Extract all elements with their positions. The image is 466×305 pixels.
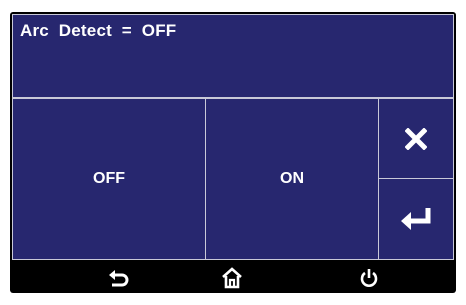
back-arrow-icon[interactable] bbox=[106, 266, 130, 290]
header-panel: Arc Detect = OFF bbox=[12, 14, 454, 98]
on-button-label: ON bbox=[280, 170, 304, 187]
cancel-button[interactable] bbox=[378, 98, 454, 179]
on-button[interactable]: ON bbox=[205, 98, 379, 260]
touch-screen: Arc Detect = OFF OFF ON bbox=[10, 12, 456, 293]
page-title: Arc Detect = OFF bbox=[20, 21, 177, 40]
off-button[interactable]: OFF bbox=[12, 98, 206, 260]
bottom-nav-bar bbox=[10, 262, 456, 293]
home-icon[interactable] bbox=[220, 266, 244, 290]
off-button-label: OFF bbox=[93, 170, 125, 187]
close-icon bbox=[405, 127, 427, 150]
power-icon[interactable] bbox=[357, 266, 381, 290]
enter-icon bbox=[398, 205, 434, 233]
enter-button[interactable] bbox=[378, 178, 454, 260]
